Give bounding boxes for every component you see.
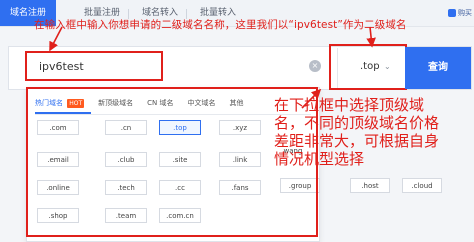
domain-search-row: ipv6test × .top ⌄ 查询 bbox=[8, 44, 472, 90]
tld-option[interactable]: .site bbox=[159, 152, 201, 167]
tld-option[interactable]: .club bbox=[105, 152, 147, 167]
tld-option[interactable]: .shop bbox=[37, 208, 79, 223]
tld-category-other[interactable]: 其他 bbox=[230, 96, 244, 110]
cart-link[interactable]: 购买 bbox=[448, 8, 472, 18]
cart-icon bbox=[448, 9, 456, 17]
tld-category-new[interactable]: 新顶级域名 bbox=[98, 96, 133, 110]
tld-option[interactable]: .email bbox=[37, 152, 79, 167]
tld-option[interactable]: .com.cn bbox=[159, 208, 201, 223]
tld-option[interactable]: .fans bbox=[219, 180, 261, 195]
tld-option[interactable]: .online bbox=[37, 180, 79, 195]
annotation-box-input bbox=[25, 51, 163, 81]
clear-icon[interactable]: × bbox=[309, 60, 321, 72]
tld-option[interactable]: .host bbox=[350, 178, 390, 193]
search-button[interactable]: 查询 bbox=[405, 47, 471, 89]
tld-option[interactable]: .xyz bbox=[219, 120, 261, 135]
annotation-box-tld bbox=[329, 44, 407, 90]
tld-category-cn[interactable]: CN 域名 bbox=[147, 96, 173, 110]
tld-option[interactable]: .team bbox=[105, 208, 147, 223]
tld-option-selected[interactable]: .top bbox=[159, 120, 201, 135]
hot-badge: HOT bbox=[67, 98, 85, 108]
tld-option[interactable]: .tech bbox=[105, 180, 147, 195]
tld-category-label: 热门域名 bbox=[35, 99, 63, 107]
tld-option[interactable]: .group bbox=[280, 178, 320, 193]
tld-option[interactable]: .com bbox=[37, 120, 79, 135]
tld-category-tabs: 热门域名 HOT 新顶级域名 CN 域名 中文域名 其他 bbox=[35, 96, 258, 110]
panel-divider bbox=[35, 114, 311, 115]
tld-category-chinese[interactable]: 中文域名 bbox=[188, 96, 216, 110]
tld-option[interactable]: .cc bbox=[159, 180, 201, 195]
tld-option[interactable]: .cloud bbox=[402, 178, 442, 193]
annotation-right: 在下拉框中选择顶级域名，不同的顶级域名价格差距非常大，可根据自身情况机型选择 bbox=[274, 96, 440, 168]
tld-option[interactable]: .link bbox=[219, 152, 261, 167]
tld-option[interactable]: .cn bbox=[105, 120, 147, 135]
tld-category-hot[interactable]: 热门域名 HOT bbox=[35, 96, 85, 110]
cart-label: 购买 bbox=[458, 9, 472, 17]
annotation-top: 在输入框中输入你想申请的二级域名名称，这里我们以“ipv6test”作为二级域名 bbox=[34, 19, 407, 31]
